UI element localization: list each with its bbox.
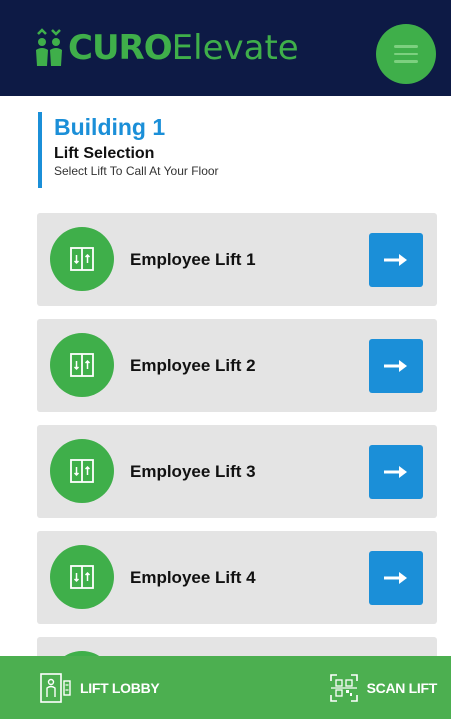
arrow-right-icon xyxy=(384,572,407,584)
select-lift-button[interactable] xyxy=(369,445,423,499)
scan-lift-label: SCAN LIFT xyxy=(366,679,438,696)
elevator-icon xyxy=(50,333,114,397)
lift-name: Employee Lift 3 xyxy=(130,461,256,481)
lift-name: Employee Lift 4 xyxy=(130,567,256,587)
lift-name: Employee Lift 1 xyxy=(130,249,256,269)
logo-people-icon xyxy=(36,28,62,66)
arrow-right-icon xyxy=(384,466,407,478)
elevator-icon xyxy=(50,439,114,503)
bottom-nav: LIFT LOBBY SCAN LIFT xyxy=(0,656,451,719)
hamburger-icon-line xyxy=(394,45,418,48)
lift-lobby-button[interactable]: LIFT LOBBY xyxy=(40,672,160,703)
app-header: CURO Elevate xyxy=(0,0,451,96)
qr-scan-icon xyxy=(329,673,358,702)
elevator-icon xyxy=(50,227,114,291)
lift-card[interactable]: Employee Lift 4 xyxy=(37,531,437,624)
section-title: Lift Selection xyxy=(54,145,155,162)
arrow-right-icon xyxy=(384,360,407,372)
building-title: Building 1 xyxy=(54,114,166,140)
logo-text-curo: CURO xyxy=(68,28,173,68)
lift-list: Employee Lift 1 Employee Lift 2 Employee… xyxy=(37,213,437,719)
logo-text-elevate: Elevate xyxy=(171,28,299,68)
select-lift-button[interactable] xyxy=(369,551,423,605)
page-heading: Building 1 Lift Selection Select Lift To… xyxy=(38,112,219,188)
section-hint: Select Lift To Call At Your Floor xyxy=(54,164,219,178)
app-logo: CURO Elevate xyxy=(34,28,299,68)
lift-name: Employee Lift 2 xyxy=(130,355,256,375)
select-lift-button[interactable] xyxy=(369,339,423,393)
lift-card[interactable]: Employee Lift 3 xyxy=(37,425,437,518)
lift-lobby-label: LIFT LOBBY xyxy=(80,679,160,696)
menu-button[interactable] xyxy=(376,24,436,84)
hamburger-icon-line xyxy=(394,60,418,63)
arrow-right-icon xyxy=(384,254,407,266)
hamburger-icon-line xyxy=(394,52,418,56)
select-lift-button[interactable] xyxy=(369,233,423,287)
lift-lobby-icon xyxy=(40,672,71,703)
elevator-icon xyxy=(50,545,114,609)
lift-card[interactable]: Employee Lift 2 xyxy=(37,319,437,412)
lift-card[interactable]: Employee Lift 1 xyxy=(37,213,437,306)
scan-lift-button[interactable]: SCAN LIFT xyxy=(329,673,437,703)
